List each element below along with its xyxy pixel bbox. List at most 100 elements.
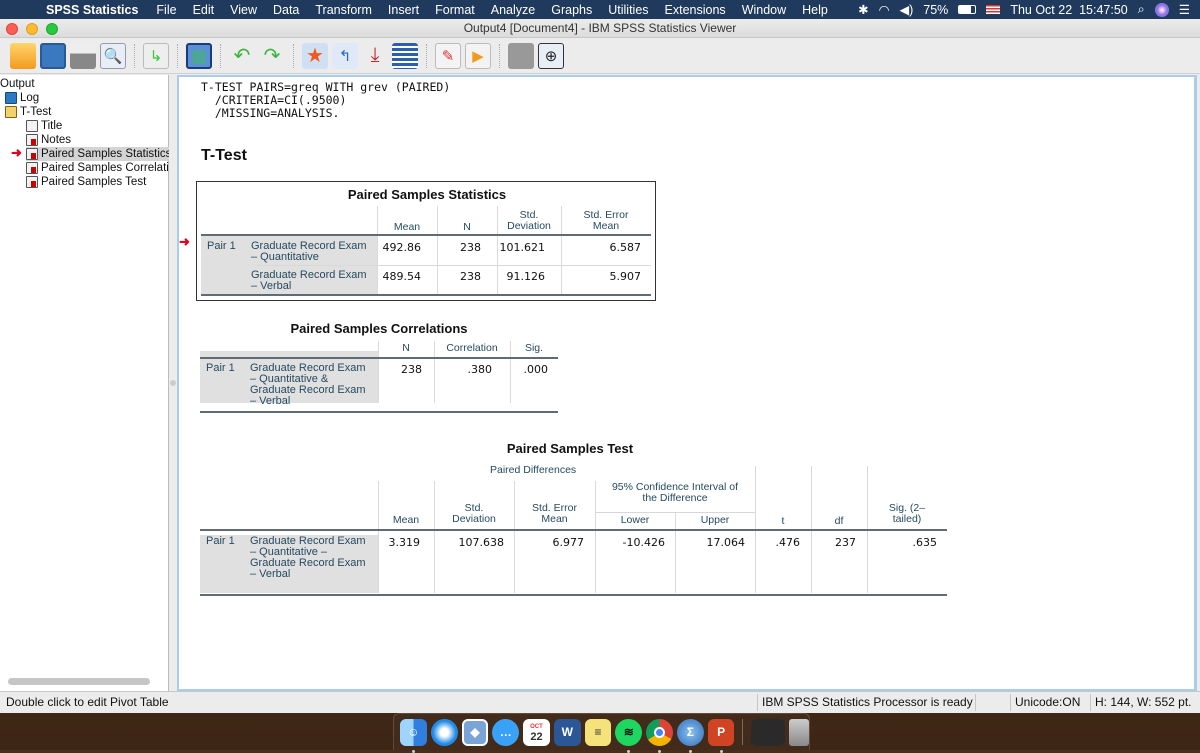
menu-help[interactable]: Help xyxy=(794,3,836,17)
header-rule xyxy=(200,357,558,359)
volume-icon[interactable]: ◀) xyxy=(900,2,914,17)
syntax-log[interactable]: T-TEST PAIRS=greq WITH grev (PAIRED) /CR… xyxy=(201,81,450,120)
dock-messages-icon[interactable]: … xyxy=(492,718,520,746)
notification-center-icon[interactable]: ☰ xyxy=(1179,2,1190,17)
outline-item-notes[interactable]: Notes xyxy=(26,133,71,147)
notes-icon xyxy=(26,134,38,146)
insert-output-icon[interactable]: ✎ xyxy=(435,42,461,69)
outline-item-label: T-Test xyxy=(20,106,52,118)
redo-icon[interactable]: ↷ xyxy=(259,43,285,69)
dock-calendar-icon[interactable]: OCT 22 xyxy=(523,718,550,746)
outline-pane: Output Log T-Test Title Notes ➜ Paired S… xyxy=(0,75,175,691)
table-bottom-rule xyxy=(200,594,947,596)
menu-graphs[interactable]: Graphs xyxy=(543,3,600,17)
paired-samples-statistics-table[interactable]: Paired Samples Statistics Mean N Std. De… xyxy=(196,181,656,301)
table-title: Paired Samples Statistics xyxy=(347,187,507,202)
header-n: N xyxy=(463,221,471,233)
header-mean: Mean xyxy=(392,514,420,526)
table-icon xyxy=(26,148,38,160)
paired-samples-test-table[interactable]: Paired Samples Test Paired Differences 9… xyxy=(200,441,950,601)
menu-analyze[interactable]: Analyze xyxy=(483,3,543,17)
bluetooth-icon[interactable]: ✱ xyxy=(858,2,868,17)
header-std-deviation: Std. Deviation xyxy=(507,209,551,232)
designate-window-icon[interactable] xyxy=(508,42,534,69)
siri-icon[interactable] xyxy=(1154,2,1169,17)
output-heading[interactable]: T-Test xyxy=(201,147,247,165)
outline-root[interactable]: Output xyxy=(0,77,35,91)
dock-trash-icon[interactable] xyxy=(789,718,809,746)
dock-minimized-window-icon[interactable] xyxy=(751,718,786,746)
window-title: Output4 [Document4] - IBM SPSS Statistic… xyxy=(463,21,737,35)
outline-horizontal-scrollbar[interactable] xyxy=(8,678,150,685)
outline-item-log[interactable]: Log xyxy=(5,91,39,105)
battery-percent: 75% xyxy=(923,2,949,17)
menu-edit[interactable]: Edit xyxy=(185,3,223,17)
current-item-arrow-icon: ➜ xyxy=(179,234,190,249)
paired-samples-correlations-table[interactable]: Paired Samples Correlations N Correlatio… xyxy=(200,321,560,416)
dock-preview-icon[interactable]: ◆ xyxy=(461,718,489,746)
pair-label: Pair 1 xyxy=(207,240,236,252)
battery-icon[interactable] xyxy=(958,5,977,14)
outline-item-label: Notes xyxy=(41,134,72,146)
wifi-icon[interactable]: ◠ xyxy=(879,2,890,17)
goto-case-icon[interactable]: ↰ xyxy=(332,42,358,69)
dock-finder-icon[interactable]: ☺ xyxy=(400,718,427,753)
flag-icon[interactable] xyxy=(986,5,1001,14)
minimize-window-button[interactable] xyxy=(26,23,38,35)
close-window-button[interactable] xyxy=(6,23,18,35)
menu-transform[interactable]: Transform xyxy=(307,3,380,17)
variables-icon[interactable] xyxy=(392,42,418,69)
menu-app-name[interactable]: SPSS Statistics xyxy=(40,3,148,17)
dock-spotify-icon[interactable]: ≋ xyxy=(615,718,643,753)
save-icon[interactable] xyxy=(40,42,66,69)
pane-splitter[interactable] xyxy=(169,75,177,691)
dock-safari-icon[interactable]: ✦ xyxy=(430,718,458,746)
menu-format[interactable]: Format xyxy=(427,3,483,17)
status-blank xyxy=(975,694,987,711)
splitter-handle[interactable] xyxy=(170,380,176,386)
dock-word-icon[interactable]: W xyxy=(553,718,581,746)
outline-item-t-test[interactable]: T-Test xyxy=(5,105,51,119)
undo-icon[interactable]: ↶ xyxy=(229,43,255,69)
menu-view[interactable]: View xyxy=(222,3,265,17)
header-mean: Mean xyxy=(393,221,421,233)
run-icon[interactable]: ▶ xyxy=(465,42,491,69)
dock-chrome-icon[interactable] xyxy=(646,718,673,753)
dock-stickies-icon[interactable]: ≡ xyxy=(584,718,612,746)
dock-powerpoint-icon[interactable]: P xyxy=(707,718,735,753)
menu-utilities[interactable]: Utilities xyxy=(600,3,656,17)
calendar-day: 22 xyxy=(530,731,543,743)
spotlight-icon[interactable]: ⌕ xyxy=(1138,2,1145,17)
cell-sig: .000 xyxy=(523,363,549,376)
menu-data[interactable]: Data xyxy=(265,3,307,17)
toolbar-separator xyxy=(134,43,135,68)
outline-item-paired-samples-statistics[interactable]: Paired Samples Statistics xyxy=(26,147,172,161)
header-lower: Lower xyxy=(620,514,650,526)
print-icon[interactable] xyxy=(70,42,96,69)
menu-insert[interactable]: Insert xyxy=(380,3,427,17)
zoom-window-button[interactable] xyxy=(46,23,58,35)
dock-spss-icon[interactable]: Σ xyxy=(676,718,704,753)
header-sig: Sig. xyxy=(524,342,544,354)
goto-variable-icon[interactable]: ⤓ xyxy=(362,43,388,69)
open-icon[interactable] xyxy=(10,42,36,69)
menu-extensions[interactable]: Extensions xyxy=(657,3,734,17)
export-icon[interactable]: ↳ xyxy=(143,42,169,69)
cell-mean: 3.319 xyxy=(388,536,421,549)
ci-header-rule xyxy=(595,512,755,513)
output-viewer-pane: T-TEST PAIRS=greq WITH grev (PAIRED) /CR… xyxy=(177,75,1197,691)
recall-dialog-icon[interactable]: ▥ xyxy=(186,42,212,69)
clock[interactable]: Thu Oct 22 15:47:50 xyxy=(1010,3,1127,17)
outline-item-paired-samples-correlations[interactable]: Paired Samples Correlatio xyxy=(26,161,175,175)
outline-item-title[interactable]: Title xyxy=(26,119,62,133)
outline-item-paired-samples-test[interactable]: Paired Samples Test xyxy=(26,175,146,189)
menu-file[interactable]: File xyxy=(148,3,184,17)
cell-sig-2-tailed: .635 xyxy=(912,536,938,549)
print-preview-icon[interactable]: 🔍 xyxy=(100,42,126,69)
dock: ☺ ✦ ◆ … OCT 22 W ≡ ≋ Σ P xyxy=(393,713,810,753)
cell-df: 237 xyxy=(835,536,856,549)
menu-window[interactable]: Window xyxy=(734,3,794,17)
goto-data-icon[interactable]: ★ xyxy=(302,42,328,69)
add-icon[interactable]: ⊕ xyxy=(538,42,564,69)
cell-lower: -10.426 xyxy=(622,536,665,549)
